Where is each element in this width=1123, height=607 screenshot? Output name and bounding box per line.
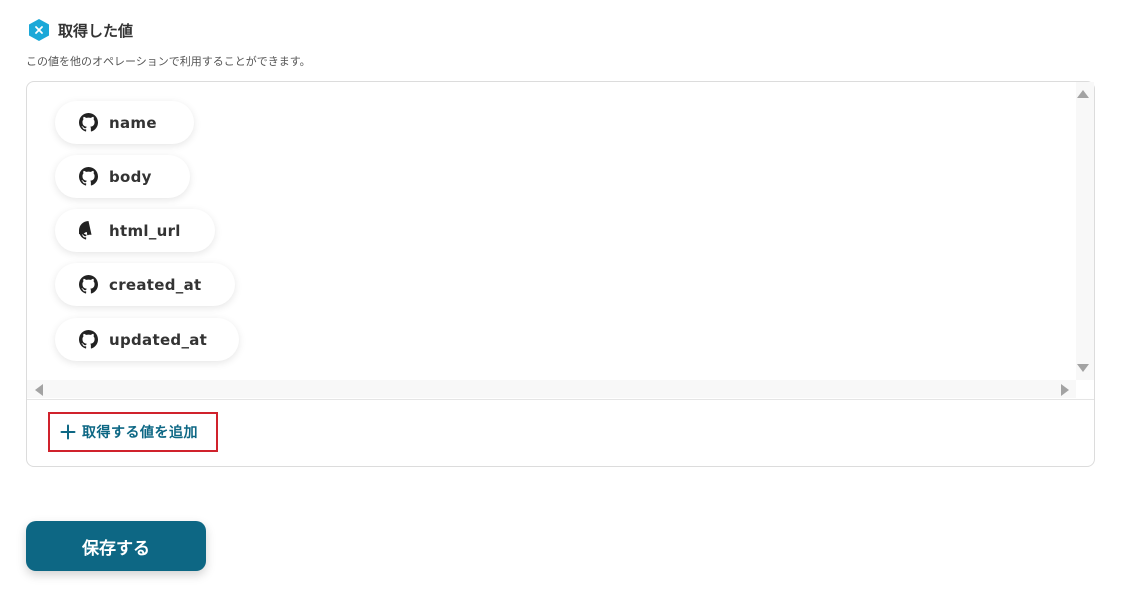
github-icon <box>79 330 98 349</box>
vertical-scrollbar[interactable] <box>1076 82 1094 380</box>
add-value-button[interactable]: 取得する値を追加 <box>48 412 218 452</box>
plus-icon <box>60 424 76 440</box>
scroll-right-arrow-icon[interactable] <box>1061 384 1069 396</box>
value-chip-name[interactable]: name <box>55 101 194 144</box>
scroll-down-arrow-icon[interactable] <box>1077 364 1089 372</box>
value-chip-html-url[interactable]: html_url <box>55 209 215 252</box>
github-icon <box>79 275 98 294</box>
value-chip-body[interactable]: body <box>55 155 190 198</box>
save-button[interactable]: 保存する <box>26 521 206 571</box>
section-title: 取得した値 <box>58 21 134 40</box>
value-chip-label: updated_at <box>109 330 208 349</box>
section-description: この値を他のオペレーションで利用することができます。 <box>26 55 311 68</box>
value-chip-label: body <box>109 167 152 186</box>
scroll-up-arrow-icon[interactable] <box>1077 90 1089 98</box>
values-panel: name body html_url created_at updated_at <box>26 81 1095 467</box>
value-chip-label: created_at <box>109 275 202 294</box>
hexagon-x-icon <box>29 19 49 41</box>
scroll-left-arrow-icon[interactable] <box>35 384 43 396</box>
value-chip-label: html_url <box>109 221 181 240</box>
value-chip-label: name <box>109 113 157 132</box>
add-value-button-label: 取得する値を追加 <box>82 425 198 441</box>
value-chip-updated-at[interactable]: updated_at <box>55 318 239 361</box>
section-header: 取得した値 <box>27 18 133 42</box>
horizontal-scrollbar[interactable] <box>27 380 1076 398</box>
github-icon <box>79 167 98 186</box>
github-icon <box>79 221 92 240</box>
value-chip-created-at[interactable]: created_at <box>55 263 235 306</box>
github-icon <box>79 113 98 132</box>
values-scroll-area: name body html_url created_at updated_at <box>27 82 1094 400</box>
